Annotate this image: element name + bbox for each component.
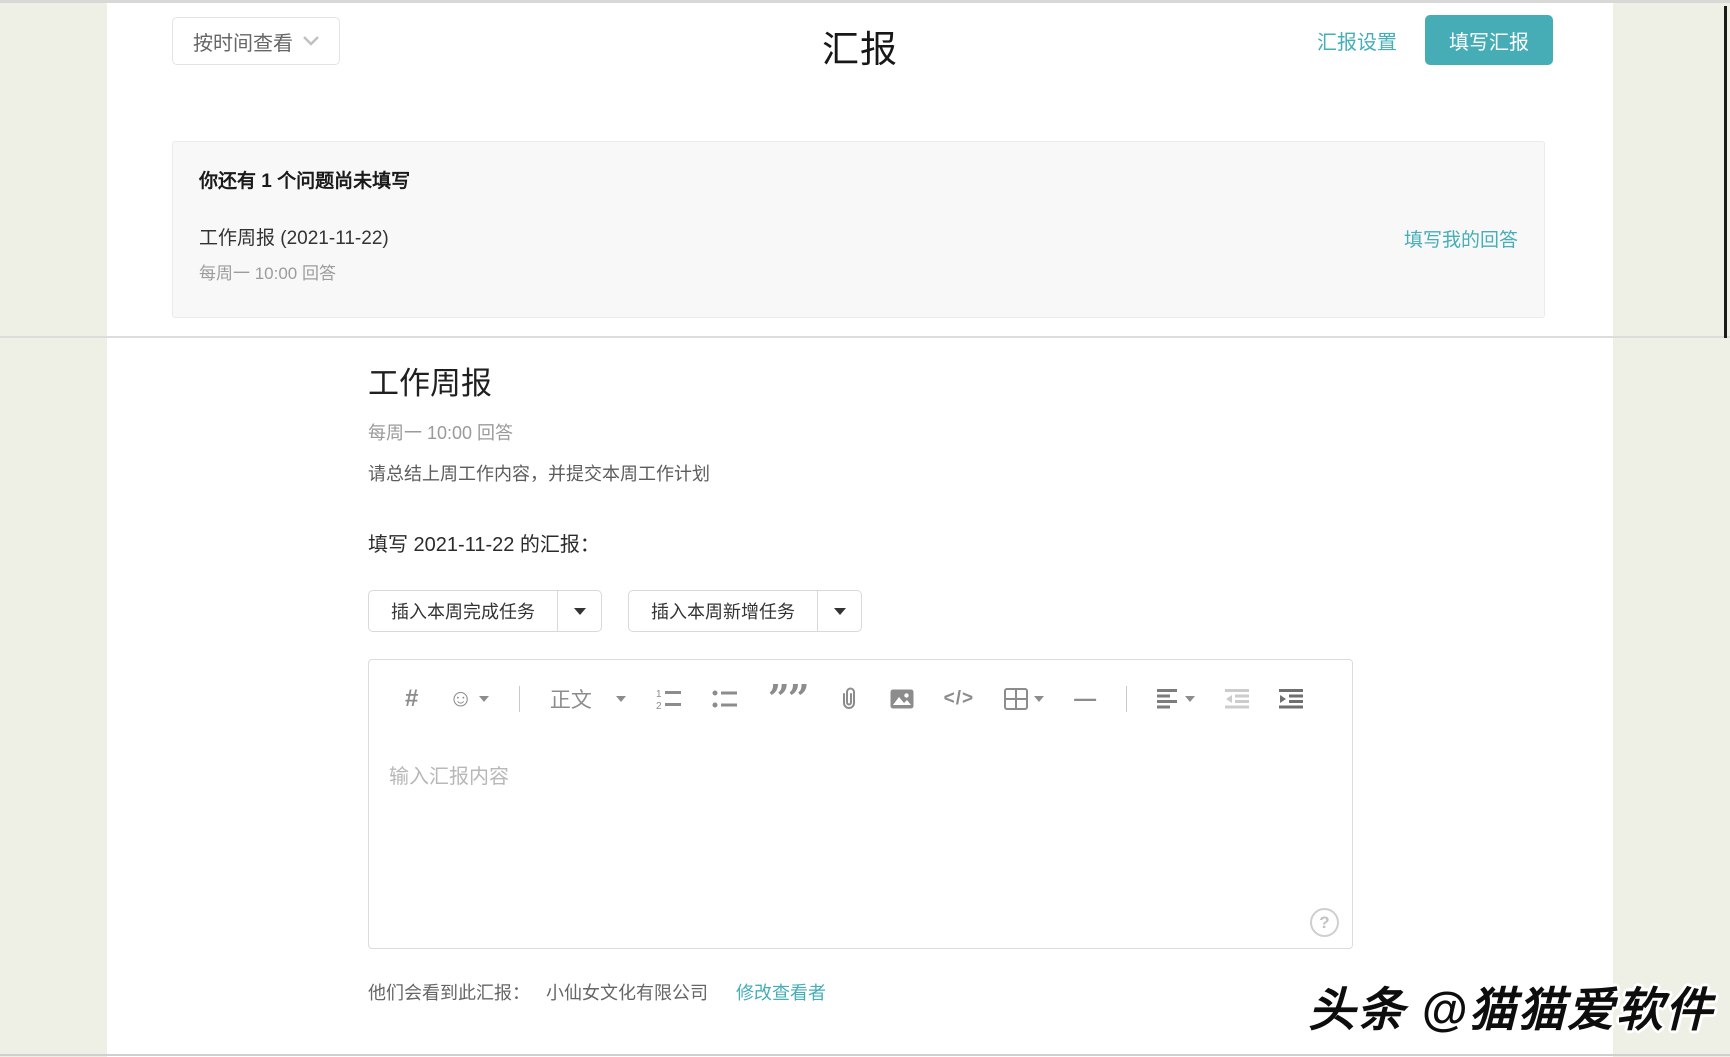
outdent-button[interactable] <box>1225 689 1249 709</box>
watermark: 头条 @猫猫爱软件 <box>1308 971 1714 1040</box>
help-button[interactable]: ? <box>1310 908 1339 937</box>
paragraph-style-dropdown[interactable]: 正文 <box>550 684 592 714</box>
notice-item-row: 工作周报 (2021-11-22) 每周一 10:00 回答 填写我的回答 <box>199 223 1518 284</box>
caret-down-icon <box>1185 696 1195 702</box>
viewers-row: 他们会看到此汇报： 小仙女文化有限公司 修改查看者 <box>368 979 1353 1005</box>
quote-icon: ”” <box>768 689 808 709</box>
editor-toolbar: # ☺ 正文 1 2 <box>369 660 1352 714</box>
editor-input[interactable]: 输入汇报内容 <box>369 740 1352 920</box>
insert-new-split-button: 插入本周新增任务 <box>628 590 862 632</box>
caret-down-icon <box>1034 696 1044 702</box>
report-description: 请总结上周工作内容，并提交本周工作计划 <box>368 460 1353 486</box>
insert-done-split-button: 插入本周完成任务 <box>368 590 602 632</box>
unanswered-notice-card: 你还有 1 个问题尚未填写 工作周报 (2021-11-22) 每周一 10:0… <box>172 141 1545 318</box>
insert-new-dropdown-toggle[interactable] <box>817 591 861 631</box>
blockquote-button[interactable]: ”” <box>768 689 808 709</box>
align-left-icon <box>1157 689 1179 709</box>
insert-done-dropdown-toggle[interactable] <box>557 591 601 631</box>
insert-new-tasks-button[interactable]: 插入本周新增任务 <box>629 591 817 631</box>
editor-placeholder: 输入汇报内容 <box>389 760 509 789</box>
insert-image-button[interactable] <box>890 689 914 709</box>
notice-item-title: 工作周报 (2021-11-22) <box>199 223 389 250</box>
fill-report-button[interactable]: 填写汇报 <box>1425 15 1553 65</box>
report-settings-link[interactable]: 汇报设置 <box>1317 26 1397 55</box>
header-actions: 汇报设置 填写汇报 <box>1317 15 1553 65</box>
outdent-icon <box>1225 689 1249 709</box>
bullet-list-button[interactable] <box>712 688 738 710</box>
toolbar-divider <box>519 686 520 712</box>
viewers-label: 他们会看到此汇报： <box>368 979 530 1005</box>
indent-icon <box>1279 689 1303 709</box>
notice-title: 你还有 1 个问题尚未填写 <box>199 166 1518 193</box>
insert-done-tasks-button[interactable]: 插入本周完成任务 <box>369 591 557 631</box>
report-form: 工作周报 每周一 10:00 回答 请总结上周工作内容，并提交本周工作计划 填写… <box>368 358 1353 1005</box>
layout-layer: 按时间查看 汇报 汇报设置 填写汇报 你还有 1 个问题尚未填写 工作周报 (2… <box>107 3 1613 1057</box>
answer-now-link[interactable]: 填写我的回答 <box>1404 225 1518 252</box>
paragraph-style-caret[interactable] <box>616 696 626 702</box>
caret-down-icon <box>834 608 846 615</box>
insert-table-button[interactable] <box>1004 688 1044 710</box>
report-editor: # ☺ 正文 1 2 <box>368 659 1353 949</box>
table-icon <box>1004 688 1028 710</box>
question-mark-icon: ? <box>1319 913 1329 933</box>
caret-down-icon <box>574 608 586 615</box>
horizontal-rule-button[interactable]: — <box>1074 686 1096 712</box>
bottom-divider <box>0 1054 1730 1056</box>
code-block-button[interactable]: </> <box>944 688 974 710</box>
attachment-button[interactable] <box>838 687 860 711</box>
emoji-button[interactable]: ☺ <box>448 687 489 711</box>
emoji-icon: ☺ <box>448 687 473 711</box>
alignment-dropdown-button[interactable] <box>1157 689 1195 709</box>
report-schedule: 每周一 10:00 回答 <box>368 419 1353 445</box>
section-divider <box>0 336 1730 338</box>
page: 按时间查看 汇报 汇报设置 填写汇报 你还有 1 个问题尚未填写 工作周报 (2… <box>0 0 1730 1057</box>
edit-viewers-link[interactable]: 修改查看者 <box>736 979 826 1005</box>
ordered-list-button[interactable]: 1 2 <box>656 688 682 710</box>
topic-hash-button[interactable]: # <box>405 685 418 713</box>
fill-prompt: 填写 2021-11-22 的汇报： <box>368 528 1353 557</box>
caret-down-icon <box>616 696 626 702</box>
image-icon <box>890 689 914 709</box>
right-edge-line <box>1724 6 1727 338</box>
caret-down-icon <box>479 696 489 702</box>
paragraph-style-label: 正文 <box>550 684 592 714</box>
notice-item-schedule: 每周一 10:00 回答 <box>199 259 389 284</box>
svg-text:1: 1 <box>656 689 662 700</box>
indent-button[interactable] <box>1279 689 1303 709</box>
bullet-list-icon <box>712 688 738 710</box>
notice-item: 工作周报 (2021-11-22) 每周一 10:00 回答 <box>199 223 389 284</box>
insert-buttons-row: 插入本周完成任务 插入本周新增任务 <box>368 590 1353 632</box>
report-title: 工作周报 <box>368 358 1353 403</box>
ordered-list-icon: 1 2 <box>656 688 682 710</box>
paperclip-icon <box>838 687 860 711</box>
toolbar-divider <box>1126 686 1127 712</box>
viewers-company: 小仙女文化有限公司 <box>546 979 708 1005</box>
svg-text:2: 2 <box>656 701 662 710</box>
